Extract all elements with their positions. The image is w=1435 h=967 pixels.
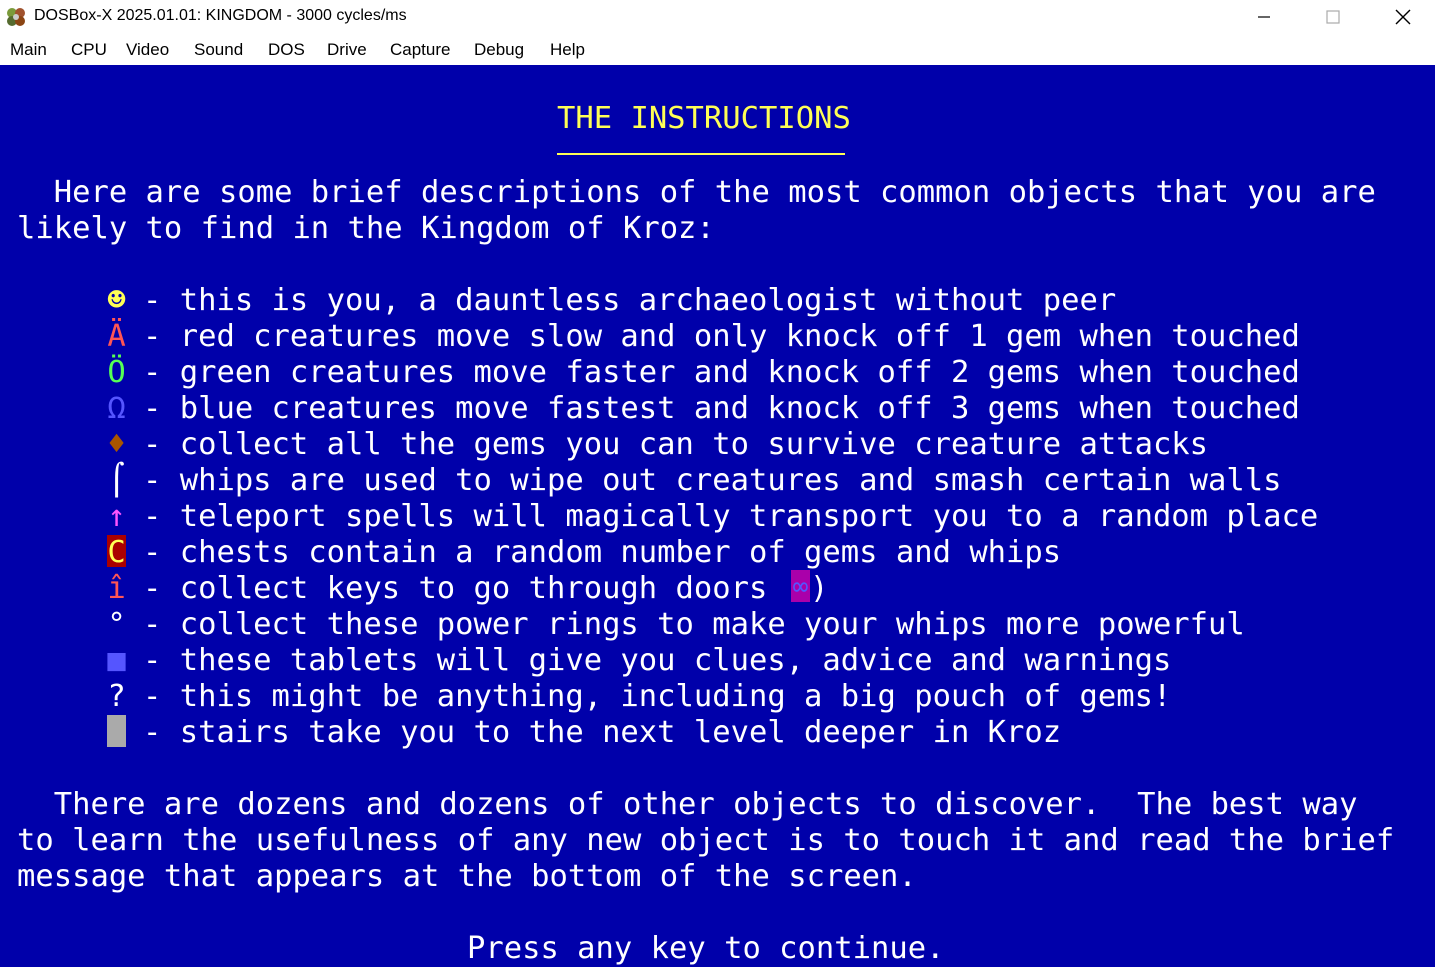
- legend-mystery-text: - this might be anything, including a bi…: [143, 679, 1172, 714]
- teleport-icon: ↑: [107, 499, 126, 534]
- menu-drive[interactable]: Drive: [327, 40, 367, 60]
- legend-tablet-text: - these tablets will give you clues, adv…: [143, 643, 1172, 678]
- legend-stairs-text: - stairs take you to the next level deep…: [143, 715, 1062, 750]
- menu-sound[interactable]: Sound: [194, 40, 243, 60]
- close-icon: [1395, 9, 1411, 25]
- tablet-icon: ■: [107, 643, 126, 678]
- intro-line-1: Here are some brief descriptions of the …: [17, 175, 1376, 210]
- minimize-icon: [1258, 16, 1270, 18]
- legend-key-text: - collect keys to go through doors (: [143, 571, 805, 606]
- menu-capture[interactable]: Capture: [390, 40, 450, 60]
- legend-red-creature-text: - red creatures move slow and only knock…: [143, 319, 1300, 354]
- legend-ring-text: - collect these power rings to make your…: [143, 607, 1245, 642]
- chest-icon: C: [107, 535, 126, 570]
- legend-blue-creature-text: - blue creatures move fastest and knock …: [143, 391, 1300, 426]
- legend-player-text: - this is you, a dauntless archaeologist…: [143, 283, 1117, 318]
- legend-chest-text: - chests contain a random number of gems…: [143, 535, 1062, 570]
- power-ring-icon: °: [107, 607, 126, 642]
- continue-prompt: Press any key to continue.: [467, 931, 945, 966]
- menu-dos[interactable]: DOS: [268, 40, 305, 60]
- stairs-icon: [107, 715, 126, 747]
- legend-key-close-paren: ): [810, 571, 829, 606]
- heading-underline: [557, 153, 845, 155]
- outro-line-3: message that appears at the bottom of th…: [17, 859, 917, 894]
- menu-video[interactable]: Video: [126, 40, 169, 60]
- menu-cpu[interactable]: CPU: [71, 40, 107, 60]
- menu-debug[interactable]: Debug: [474, 40, 524, 60]
- blue-creature-icon: Ω: [107, 391, 126, 426]
- intro-line-2: likely to find in the Kingdom of Kroz:: [17, 211, 715, 246]
- legend-teleport-text: - teleport spells will magically transpo…: [143, 499, 1319, 534]
- outro-line-2: to learn the usefulness of any new objec…: [17, 823, 1395, 858]
- minimize-button[interactable]: [1229, 0, 1299, 34]
- maximize-icon: [1326, 10, 1340, 24]
- outro-line-1: There are dozens and dozens of other obj…: [17, 787, 1358, 822]
- maximize-button[interactable]: [1298, 0, 1368, 34]
- dosbox-x-app-icon: [7, 8, 25, 26]
- menu-bar: Main CPU Video Sound DOS Drive Capture D…: [0, 34, 1435, 65]
- menu-help[interactable]: Help: [550, 40, 585, 60]
- player-smiley-icon: ☻: [107, 283, 126, 318]
- legend-whip-text: - whips are used to wipe out creatures a…: [143, 463, 1282, 498]
- menu-main[interactable]: Main: [10, 40, 47, 60]
- whip-icon: ⌠: [107, 463, 126, 498]
- window-title-bar: DOSBox-X 2025.01.01: KINGDOM - 3000 cycl…: [0, 0, 1435, 34]
- key-icon: î: [107, 571, 126, 606]
- window-title: DOSBox-X 2025.01.01: KINGDOM - 3000 cycl…: [34, 7, 407, 24]
- close-button[interactable]: [1368, 0, 1435, 34]
- legend-gem-text: - collect all the gems you can to surviv…: [143, 427, 1209, 462]
- gem-icon: ♦: [107, 427, 126, 462]
- legend-green-creature-text: - green creatures move faster and knock …: [143, 355, 1300, 390]
- mystery-icon: ?: [107, 679, 126, 714]
- door-icon: ∞: [791, 570, 810, 602]
- instructions-heading: THE INSTRUCTIONS: [557, 101, 851, 136]
- green-creature-icon: Ö: [107, 355, 126, 390]
- red-creature-icon: Ä: [107, 319, 126, 354]
